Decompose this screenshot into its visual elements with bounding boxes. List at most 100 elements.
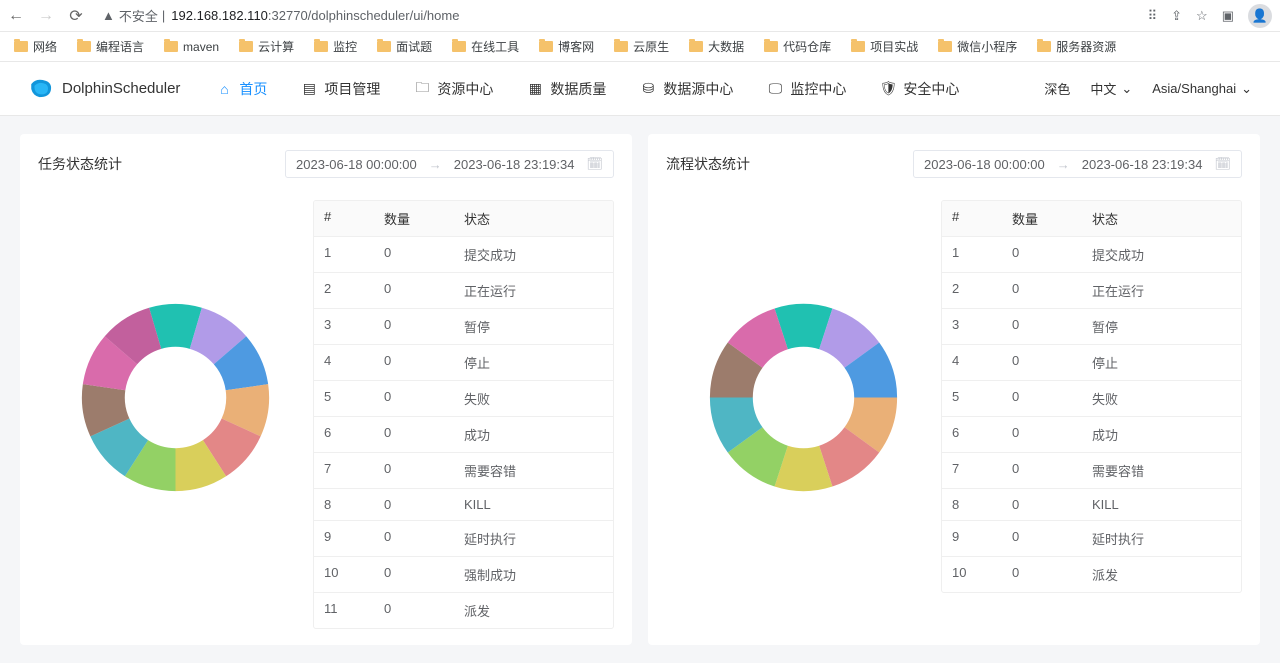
bookmark-label: maven: [183, 40, 219, 54]
bookmark-item[interactable]: 大数据: [681, 35, 752, 58]
forward-button[interactable]: →: [38, 7, 54, 25]
bookmark-item[interactable]: 微信小程序: [930, 35, 1025, 58]
cell-status: 成功: [1082, 417, 1241, 453]
cell-index: 8: [314, 489, 374, 521]
cell-count: 0: [374, 309, 454, 345]
bookmark-item[interactable]: 代码仓库: [756, 35, 839, 58]
cell-index: 9: [314, 521, 374, 557]
table-row: 70需要容错: [314, 453, 613, 489]
nav-icon: 🗀: [414, 81, 430, 97]
dolphin-logo-icon: [28, 76, 54, 102]
nav-label: 安全中心: [903, 79, 959, 99]
profile-avatar[interactable]: 👤: [1248, 4, 1272, 28]
nav-label: 首页: [239, 79, 267, 99]
nav-icon: ⛁: [640, 81, 656, 97]
table-row: 80KILL: [314, 489, 613, 521]
cell-index: 8: [942, 489, 1002, 521]
nav-label: 监控中心: [790, 79, 846, 99]
bookmark-label: 网络: [33, 38, 57, 55]
bookmark-item[interactable]: 云原生: [606, 35, 677, 58]
tz-dropdown[interactable]: Asia/Shanghai ⌄: [1152, 81, 1252, 97]
cell-status: 暂停: [1082, 309, 1241, 345]
nav-item-5[interactable]: 🖵监控中心: [767, 79, 846, 99]
folder-icon: [764, 41, 778, 52]
bookmark-label: 服务器资源: [1056, 38, 1116, 55]
donut-chart: [78, 300, 273, 495]
reload-button[interactable]: ⟳: [68, 6, 84, 26]
bookmark-label: 云计算: [258, 38, 294, 55]
share-icon[interactable]: ⇪: [1171, 8, 1182, 24]
cell-count: 0: [1002, 273, 1082, 309]
cell-status: KILL: [454, 489, 613, 521]
bookmark-item[interactable]: 面试题: [369, 35, 440, 58]
cell-count: 0: [374, 489, 454, 521]
cell-count: 0: [1002, 557, 1082, 592]
bookmark-item[interactable]: 项目实战: [843, 35, 926, 58]
address-bar[interactable]: ▲ 不安全 | 192.168.182.110:32770/dolphinsch…: [98, 6, 1134, 25]
theme-toggle[interactable]: 深色: [1044, 79, 1070, 98]
nav-item-3[interactable]: ▦数据质量: [527, 79, 606, 99]
table-row: 20正在运行: [314, 273, 613, 309]
nav-icon: ▦: [527, 81, 543, 97]
translate-icon[interactable]: ⠿: [1148, 8, 1158, 24]
cell-count: 0: [374, 453, 454, 489]
cell-status: 停止: [454, 345, 613, 381]
lang-label: 中文: [1090, 79, 1116, 98]
donut-chart: [706, 300, 901, 495]
bookmark-item[interactable]: 博客网: [531, 35, 602, 58]
table-row: 10提交成功: [314, 237, 613, 273]
cell-status: 强制成功: [454, 557, 613, 593]
card-title: 流程状态统计: [666, 154, 750, 174]
table-row: 70需要容错: [942, 453, 1241, 489]
bookmark-item[interactable]: maven: [156, 37, 227, 57]
sidepanel-icon[interactable]: ▣: [1222, 8, 1234, 24]
table-row: 30暂停: [314, 309, 613, 345]
cell-index: 3: [314, 309, 374, 345]
bookmark-item[interactable]: 编程语言: [69, 35, 152, 58]
folder-icon: [77, 41, 91, 52]
cell-count: 0: [374, 345, 454, 381]
nav-item-2[interactable]: 🗀资源中心: [414, 79, 493, 99]
date-range-picker[interactable]: 2023-06-18 00:00:00→2023-06-18 23:19:34🗓: [285, 150, 614, 178]
cell-index: 5: [314, 381, 374, 417]
table-row: 50失败: [942, 381, 1241, 417]
bookmark-star-icon[interactable]: ☆: [1196, 8, 1208, 24]
cell-status: 需要容错: [1082, 453, 1241, 489]
app-name: DolphinScheduler: [62, 80, 180, 97]
tz-label: Asia/Shanghai: [1152, 81, 1236, 96]
bookmark-item[interactable]: 网络: [6, 35, 65, 58]
table-row: 60成功: [942, 417, 1241, 453]
cell-status: 延时执行: [1082, 521, 1241, 557]
back-button[interactable]: ←: [8, 7, 24, 25]
table-row: 90延时执行: [314, 521, 613, 557]
calendar-icon: 🗓: [1214, 156, 1231, 172]
cell-index: 10: [314, 557, 374, 593]
folder-icon: [164, 41, 178, 52]
folder-icon: [1037, 41, 1051, 52]
lang-dropdown[interactable]: 中文 ⌄: [1090, 79, 1132, 98]
bookmark-item[interactable]: 在线工具: [444, 35, 527, 58]
bookmark-label: 项目实战: [870, 38, 918, 55]
cell-count: 0: [1002, 489, 1082, 521]
nav-item-0[interactable]: ⌂ 首页: [216, 79, 267, 99]
table-row: 100强制成功: [314, 557, 613, 593]
dashboard-content: 任务状态统计2023-06-18 00:00:00→2023-06-18 23:…: [0, 116, 1280, 663]
app-header: DolphinScheduler ⌂ 首页 ▤项目管理 🗀资源中心 ▦数据质量 ⛁数据源中…: [0, 62, 1280, 116]
warning-icon: ▲: [102, 8, 115, 23]
cell-status: 停止: [1082, 345, 1241, 381]
chevron-down-icon: ⌄: [1121, 81, 1132, 97]
cell-index: 7: [314, 453, 374, 489]
app-logo[interactable]: DolphinScheduler: [28, 76, 180, 102]
bookmark-item[interactable]: 服务器资源: [1029, 35, 1124, 58]
bookmark-item[interactable]: 云计算: [231, 35, 302, 58]
nav-item-4[interactable]: ⛁数据源中心: [640, 79, 733, 99]
bookmark-item[interactable]: 监控: [306, 35, 365, 58]
nav-icon: ⌂: [216, 81, 232, 97]
nav-item-6[interactable]: 🛡安全中心: [880, 79, 959, 99]
cell-index: 6: [942, 417, 1002, 453]
cell-index: 3: [942, 309, 1002, 345]
date-range-picker[interactable]: 2023-06-18 00:00:00→2023-06-18 23:19:34🗓: [913, 150, 1242, 178]
nav-item-1[interactable]: ▤项目管理: [301, 79, 380, 99]
folder-icon: [539, 41, 553, 52]
cell-count: 0: [374, 273, 454, 309]
